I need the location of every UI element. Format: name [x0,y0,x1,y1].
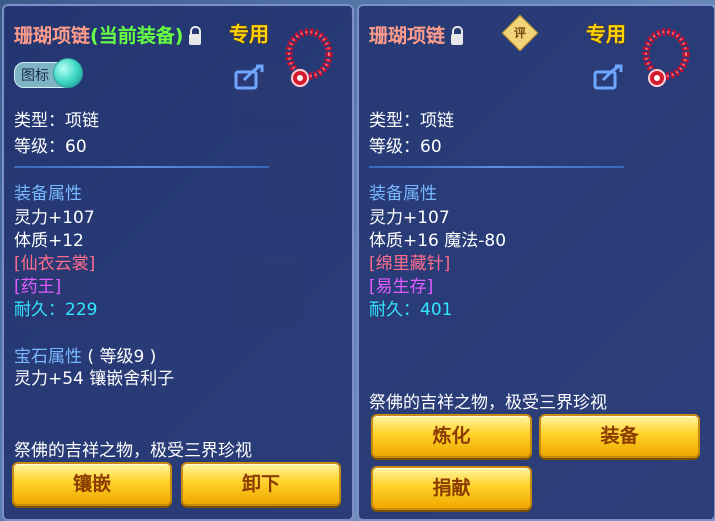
compare-item-panel: 珊瑚项链 评 专用 类型：项链 等级：60 装备属性 灵力+107 体质+16 … [357,4,715,521]
lock-open-icon[interactable] [451,25,464,45]
attr-spirit: 灵力+107 [14,208,95,228]
inlay-button[interactable]: 镶嵌 [12,462,172,506]
equip-button[interactable]: 装备 [539,414,700,458]
gem-attr: 灵力+54 镶嵌舍利子 [14,369,175,389]
durability-value: 229 [65,300,98,320]
durability-label: 耐久： [369,300,420,320]
lock-open-icon[interactable] [189,25,202,45]
current-equip-tag: (当前装备) [90,24,184,47]
donate-button[interactable]: 捐献 [371,466,532,510]
special-effect-1: [仙衣云裳] [14,254,96,274]
special-tag: 专用 [586,22,626,46]
attr-body: 体质+12 [14,231,84,251]
durability-label: 耐久： [14,300,65,320]
item-type: 类型：项链 [369,111,454,131]
item-title-row: 珊瑚项链 [369,20,464,48]
refine-button[interactable]: 炼化 [371,414,532,458]
special-tag: 专用 [229,22,269,46]
special-effect-1: [绵里藏针] [369,254,451,274]
divider [369,166,624,168]
share-icon[interactable] [593,64,623,90]
special-skill-1: [易生存] [369,277,434,297]
unequip-button[interactable]: 卸下 [181,462,341,506]
item-type: 类型：项链 [14,111,99,131]
item-description: 祭佛的吉祥之物，极受三界珍视 [369,393,607,413]
item-level: 等级：60 [369,137,442,157]
icon-toggle-label: 图标 [21,68,49,84]
share-icon[interactable] [234,64,264,90]
ping-label: 评 [513,26,526,40]
item-level: 等级：60 [14,137,87,157]
divider [14,166,269,168]
necklace-icon [642,28,690,87]
item-description: 祭佛的吉祥之物，极受三界珍视 [14,441,252,461]
durability-row: 耐久：229 [14,295,97,320]
icon-toggle-row: 图标 [14,58,83,88]
toggle-icon[interactable] [53,58,83,88]
ping-icon[interactable]: 评 [501,14,539,52]
equip-attr-title: 装备属性 [369,184,437,204]
item-title-row: 珊瑚项链 (当前装备) [14,20,202,48]
item-name: 珊瑚项链 [369,24,446,47]
icon-toggle[interactable]: 图标 [14,58,83,88]
equip-attr-title: 装备属性 [14,184,82,204]
item-name: 珊瑚项链 [14,24,91,47]
special-skill-1: [药王] [14,277,62,297]
durability-value: 401 [420,300,453,320]
durability-row: 耐久：401 [369,295,452,320]
necklace-icon [285,28,333,87]
attr-body-magic: 体质+16 魔法-80 [369,231,507,251]
equipped-item-panel: 珊瑚项链 (当前装备) 专用 图标 类型：项链 等级：60 装备属性 灵力+10… [2,4,354,521]
attr-spirit: 灵力+107 [369,208,450,228]
